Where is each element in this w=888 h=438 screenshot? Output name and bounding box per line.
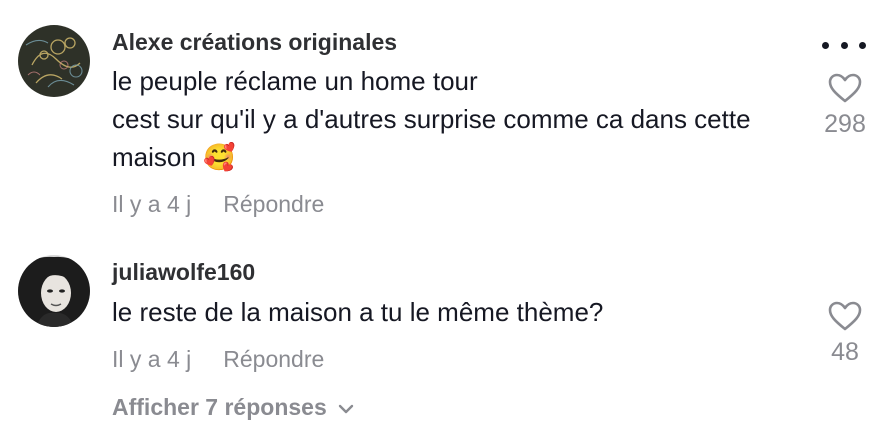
- comment-username[interactable]: juliawolfe160: [112, 259, 255, 286]
- heart-outline-icon[interactable]: [827, 72, 863, 104]
- comment-text-line: le peuple réclame un home tour: [112, 66, 478, 96]
- reply-button[interactable]: Répondre: [223, 346, 324, 372]
- dot: [822, 41, 829, 49]
- avatar[interactable]: [18, 255, 90, 327]
- comment-timestamp: Il y a 4 j: [112, 346, 192, 372]
- avatar[interactable]: [18, 25, 90, 97]
- dot: [859, 41, 866, 49]
- reply-button[interactable]: Répondre: [223, 191, 324, 217]
- view-replies-label: Afficher 7 réponses: [112, 394, 327, 420]
- like-control: 48: [810, 300, 880, 367]
- like-count: 48: [831, 338, 859, 366]
- chevron-down-icon: [338, 404, 353, 414]
- view-replies-button[interactable]: Afficher 7 réponses: [112, 394, 355, 421]
- comment-text-line: cest sur qu'il y a d'autres surprise com…: [112, 100, 802, 177]
- comment-text: le reste de la maison a tu le même thème…: [112, 297, 604, 327]
- smiling-hearts-emoji: 🥰: [203, 143, 236, 173]
- dot: [840, 41, 848, 49]
- heart-outline-icon[interactable]: [827, 300, 863, 332]
- more-dots-icon[interactable]: [822, 38, 866, 52]
- like-control: 298: [810, 72, 880, 139]
- comment-meta: Il y a 4 j Répondre: [112, 191, 324, 218]
- comment-username[interactable]: Alexe créations originales: [112, 29, 397, 56]
- like-count: 298: [824, 110, 866, 138]
- comment-meta: Il y a 4 j Répondre: [112, 346, 324, 373]
- comment-text: le peuple réclame un home tour cest sur …: [112, 62, 802, 177]
- comment-timestamp: Il y a 4 j: [112, 191, 192, 217]
